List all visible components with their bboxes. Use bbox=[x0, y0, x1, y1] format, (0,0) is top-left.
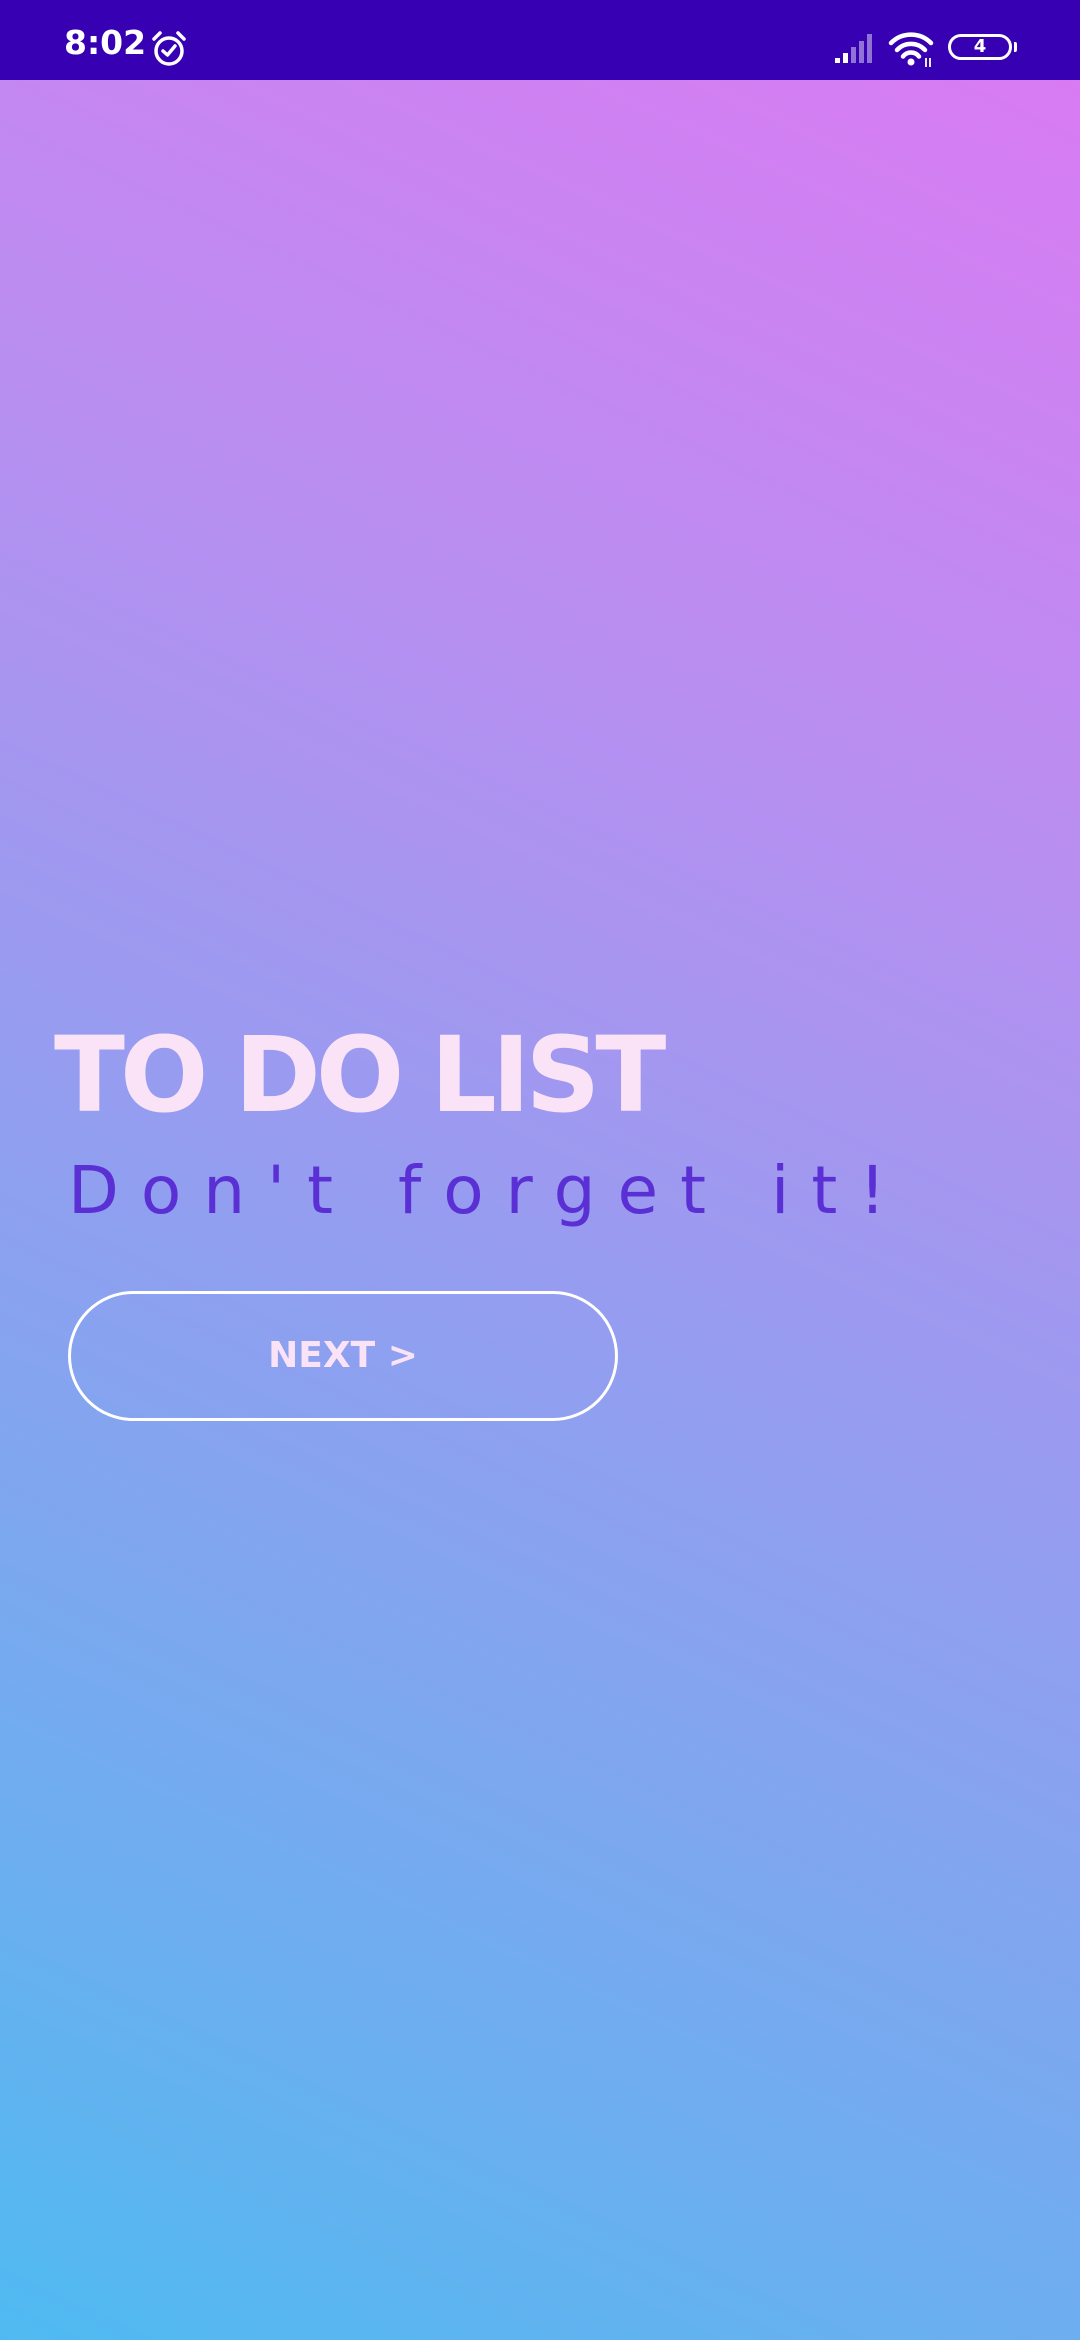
battery-nub bbox=[1014, 42, 1017, 52]
wifi-icon bbox=[888, 30, 934, 68]
app-title: TO DO LIST bbox=[54, 1014, 666, 1136]
battery-level: 4 bbox=[973, 36, 987, 57]
status-bar: 8:02 4 bbox=[0, 0, 1080, 80]
next-button[interactable]: NEXT > bbox=[68, 1291, 618, 1421]
signal-icon bbox=[834, 32, 876, 64]
status-time: 8:02 bbox=[64, 23, 147, 62]
battery-icon: 4 bbox=[948, 34, 1017, 64]
alarm-icon bbox=[150, 30, 188, 68]
tagline: Don't forget it! bbox=[68, 1152, 908, 1229]
